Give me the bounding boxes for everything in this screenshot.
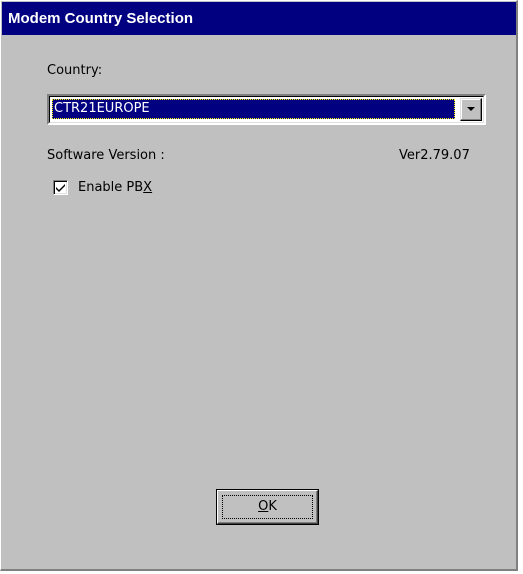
ok-button-mnemonic: O: [258, 499, 269, 514]
enable-pbx-mnemonic: X: [143, 180, 153, 195]
enable-pbx-checkbox[interactable]: [53, 180, 68, 195]
country-dropdown-frame: CTR21EUROPE: [49, 96, 484, 123]
enable-pbx-label[interactable]: Enable PBX: [78, 180, 152, 196]
ok-button[interactable]: OK: [216, 489, 319, 525]
ok-button-label: OK: [217, 499, 318, 515]
window-title: Modem Country Selection: [8, 10, 194, 27]
country-selected-value[interactable]: CTR21EUROPE: [52, 99, 455, 119]
country-dropdown[interactable]: CTR21EUROPE: [47, 94, 486, 125]
checkmark-icon: [56, 184, 65, 192]
enable-pbx-label-text: Enable PB: [78, 180, 144, 195]
modem-country-dialog: Modem Country Selection Country: CTR21EU…: [0, 0, 518, 571]
software-version-value: Ver2.79.07: [399, 148, 470, 163]
dropdown-arrow-button[interactable]: [460, 98, 482, 121]
title-bar[interactable]: Modem Country Selection: [2, 2, 516, 35]
ok-button-label-rest: K: [268, 499, 277, 514]
country-label: Country:: [47, 63, 103, 78]
software-version-label: Software Version :: [47, 148, 165, 163]
chevron-down-icon: [467, 107, 475, 111]
